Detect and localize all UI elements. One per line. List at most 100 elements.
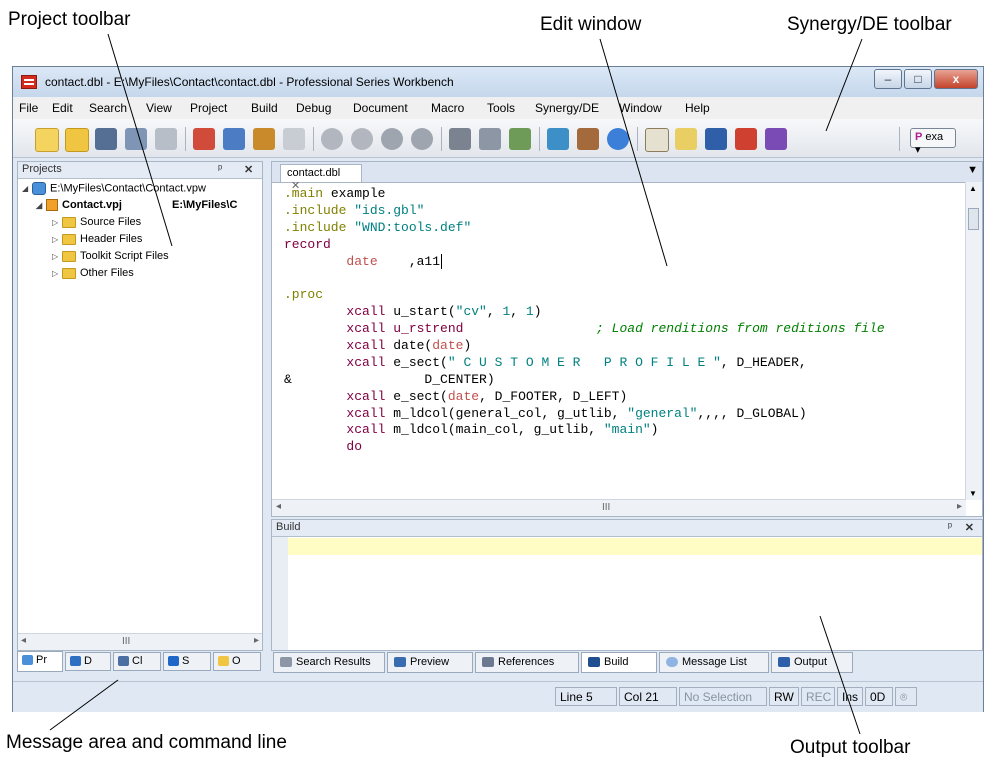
- code-line[interactable]: xcall date(date): [284, 338, 958, 355]
- undo-icon[interactable]: [321, 128, 343, 150]
- menu-synergy[interactable]: Synergy/DE: [535, 101, 599, 115]
- tree-item-folder[interactable]: ▷ Source Files: [22, 216, 206, 233]
- replace-icon[interactable]: [509, 128, 531, 150]
- save-icon[interactable]: [95, 128, 117, 150]
- save-all-icon[interactable]: [125, 128, 147, 150]
- tab-preview[interactable]: Preview: [387, 652, 473, 673]
- tab-list-chevron-icon[interactable]: ▼: [967, 164, 978, 176]
- tab-search-results[interactable]: Search Results: [273, 652, 385, 673]
- scroll-left-icon[interactable]: ◂: [276, 501, 281, 512]
- scroll-thumb[interactable]: [968, 208, 979, 230]
- editor-hscrollbar[interactable]: ◂ III ▸: [272, 499, 966, 516]
- tab-symbols[interactable]: S: [163, 652, 211, 671]
- code-line[interactable]: xcall u_rstrend ; Load renditions from r…: [284, 321, 958, 338]
- code-line[interactable]: xcall u_start("cv", 1, 1): [284, 304, 958, 321]
- edit-window[interactable]: contact.dbl ✕ ▼ .main example .include "i…: [271, 161, 983, 517]
- tab-contact-dbl[interactable]: contact.dbl ✕: [280, 164, 362, 192]
- tab-defs[interactable]: D: [65, 652, 111, 671]
- code-line[interactable]: .main example: [284, 186, 958, 203]
- expand-icon[interactable]: ▷: [52, 269, 62, 278]
- code-line[interactable]: xcall m_ldcol(general_col, g_utlib, "gen…: [284, 406, 958, 423]
- profile-dropdown[interactable]: P exa ▾: [910, 128, 956, 156]
- tree-item-workspace[interactable]: ◢ E:\MyFiles\Contact\Contact.vpw: [22, 182, 206, 199]
- scroll-up-icon[interactable]: ▲: [969, 184, 977, 193]
- build-icon[interactable]: [547, 128, 569, 150]
- tools-icon[interactable]: [577, 128, 599, 150]
- pin-icon[interactable]: ᵖ: [948, 521, 952, 533]
- find-in-files-icon[interactable]: [479, 128, 501, 150]
- title-bar[interactable]: contact.dbl - E:\MyFiles\Contact\contact…: [13, 67, 983, 97]
- code-line[interactable]: date ,a11: [284, 253, 958, 271]
- code-line[interactable]: .proc: [284, 287, 958, 304]
- redo-icon[interactable]: [351, 128, 373, 150]
- menu-build[interactable]: Build: [251, 101, 278, 115]
- menu-file[interactable]: File: [19, 101, 38, 115]
- close-button[interactable]: x: [934, 69, 978, 89]
- tree-item-folder[interactable]: ▷ Other Files: [22, 267, 206, 284]
- tab-message-list[interactable]: Message List: [659, 652, 769, 673]
- tree-item-project[interactable]: ◢ Contact.vpj E:\MyFiles\C: [22, 199, 237, 216]
- message-area-command-line[interactable]: Line 5 Col 21 No Selection RW REC Ins 0D…: [13, 681, 983, 712]
- scroll-right-icon[interactable]: ▸: [254, 635, 259, 646]
- help-icon[interactable]: [607, 128, 629, 150]
- expand-icon[interactable]: ▷: [52, 235, 62, 244]
- pin-icon[interactable]: ᵖ: [218, 163, 222, 175]
- paste-icon[interactable]: [253, 128, 275, 150]
- code-line[interactable]: xcall e_sect(date, D_FOOTER, D_LEFT): [284, 389, 958, 406]
- menu-edit[interactable]: Edit: [52, 101, 73, 115]
- menu-search[interactable]: Search: [89, 101, 127, 115]
- scroll-down-icon[interactable]: ▼: [969, 489, 977, 498]
- menu-window[interactable]: Window: [619, 101, 662, 115]
- menu-tools[interactable]: Tools: [487, 101, 515, 115]
- close-panel-icon[interactable]: ✕: [244, 163, 253, 176]
- code-line[interactable]: [284, 270, 958, 287]
- tree-item-folder[interactable]: ▷ Toolkit Script Files: [22, 250, 206, 267]
- synergy-3-icon[interactable]: [705, 128, 727, 150]
- code-line[interactable]: xcall e_sect(" C U S T O M E R P R O F I…: [284, 355, 958, 372]
- print-icon[interactable]: [155, 128, 177, 150]
- new-file-icon[interactable]: [35, 128, 59, 152]
- tree-item-folder[interactable]: ▷ Header Files: [22, 233, 206, 250]
- code-line[interactable]: xcall m_ldcol(main_col, g_utlib, "main"): [284, 422, 958, 439]
- find-icon[interactable]: [449, 128, 471, 150]
- maximize-button[interactable]: □: [904, 69, 932, 89]
- scroll-left-icon[interactable]: ◂: [21, 635, 26, 646]
- code-line[interactable]: record: [284, 237, 958, 254]
- minimize-button[interactable]: –: [874, 69, 902, 89]
- tab-build[interactable]: Build: [581, 652, 657, 673]
- code-line[interactable]: do: [284, 439, 958, 456]
- menu-project[interactable]: Project: [190, 101, 227, 115]
- code-area[interactable]: .main example .include "ids.gbl" .include …: [284, 186, 958, 456]
- cut-icon[interactable]: [193, 128, 215, 150]
- menu-debug[interactable]: Debug: [296, 101, 331, 115]
- build-output-panel[interactable]: Build ᵖ ✕: [271, 519, 983, 651]
- back-icon[interactable]: [381, 128, 403, 150]
- forward-icon[interactable]: [411, 128, 433, 150]
- code-line[interactable]: & D_CENTER): [284, 372, 958, 389]
- scroll-right-icon[interactable]: ▸: [957, 501, 962, 512]
- collapse-icon[interactable]: ◢: [36, 201, 46, 210]
- synergy-4-icon[interactable]: [735, 128, 757, 150]
- tab-output[interactable]: Output: [771, 652, 853, 673]
- synergy-2-icon[interactable]: [675, 128, 697, 150]
- select-icon[interactable]: [283, 128, 305, 150]
- menu-view[interactable]: View: [146, 101, 172, 115]
- menu-macro[interactable]: Macro: [431, 101, 464, 115]
- projects-hscrollbar[interactable]: ◂ III ▸: [18, 633, 262, 650]
- code-line[interactable]: .include "WND:tools.def": [284, 220, 958, 237]
- status-menu-icon[interactable]: ⌾: [895, 687, 917, 706]
- code-line[interactable]: .include "ids.gbl": [284, 203, 958, 220]
- synergy-1-icon[interactable]: [645, 128, 669, 152]
- copy-icon[interactable]: [223, 128, 245, 150]
- tab-open-files[interactable]: O: [213, 652, 261, 671]
- menu-document[interactable]: Document: [353, 101, 408, 115]
- expand-icon[interactable]: ▷: [52, 218, 62, 227]
- open-folder-icon[interactable]: [65, 128, 89, 152]
- collapse-icon[interactable]: ◢: [22, 184, 32, 193]
- tab-references[interactable]: References: [475, 652, 579, 673]
- tab-projects[interactable]: Pr: [17, 651, 63, 672]
- synergy-5-icon[interactable]: [765, 128, 787, 150]
- close-panel-icon[interactable]: ✕: [965, 521, 974, 534]
- expand-icon[interactable]: ▷: [52, 252, 62, 261]
- editor-vscrollbar[interactable]: ▲ ▼: [965, 182, 982, 500]
